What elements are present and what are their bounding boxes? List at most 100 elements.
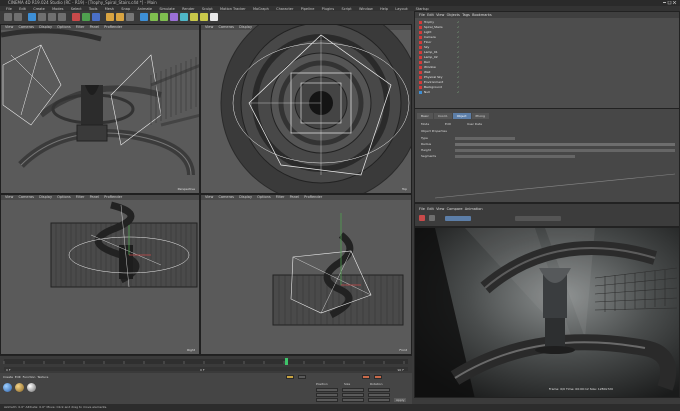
tab-basic[interactable]: Basic: [417, 113, 433, 119]
visible-check-icon[interactable]: ✓: [457, 75, 460, 79]
array-icon[interactable]: [170, 13, 178, 21]
viewport-top[interactable]: View Cameras Display Options Filter Pane…: [200, 24, 412, 194]
timeline-start-frame[interactable]: 0 F: [6, 368, 11, 372]
object-row[interactable]: Null ✓: [417, 90, 675, 94]
position-z-field[interactable]: [316, 398, 338, 402]
rv-menu-edit[interactable]: Edit: [427, 207, 434, 211]
size-x-field[interactable]: [342, 388, 364, 392]
rotate-icon[interactable]: [58, 13, 66, 21]
light-icon[interactable]: [210, 13, 218, 21]
stop-render-icon[interactable]: [419, 215, 425, 221]
rv-menu-file[interactable]: File: [419, 207, 425, 211]
position-x-field[interactable]: [316, 388, 338, 392]
object-row[interactable]: Camera ✓: [417, 35, 675, 39]
subdivision-icon[interactable]: [160, 13, 168, 21]
mat-menu-function[interactable]: Function: [23, 375, 36, 379]
live-selection-icon[interactable]: [28, 13, 36, 21]
timeline-current-frame[interactable]: 0 F: [200, 368, 205, 372]
position-y-field[interactable]: [316, 393, 338, 397]
visible-check-icon[interactable]: ✓: [457, 40, 460, 44]
redo-icon[interactable]: [14, 13, 22, 21]
play-icon[interactable]: [298, 375, 306, 379]
viewport-front[interactable]: View Cameras Display Options Filter Pane…: [200, 194, 412, 355]
material-swatch[interactable]: [27, 383, 36, 392]
visible-check-icon[interactable]: ✓: [457, 50, 460, 54]
rotation-h-field[interactable]: [368, 388, 390, 392]
material-swatch[interactable]: [15, 383, 24, 392]
object-row[interactable]: Background ✓: [417, 85, 675, 89]
keyframe-selection-icon[interactable]: [374, 375, 382, 379]
object-row[interactable]: Physical Sky ✓: [417, 75, 675, 79]
deformer-icon[interactable]: [180, 13, 188, 21]
y-axis-icon[interactable]: [82, 13, 90, 21]
mat-menu-create[interactable]: Create: [3, 375, 13, 379]
undo-icon[interactable]: [4, 13, 12, 21]
object-row[interactable]: Floor ✓: [417, 40, 675, 44]
timeline-end-frame[interactable]: 90 F: [398, 368, 405, 372]
camera-icon[interactable]: [200, 13, 208, 21]
object-row[interactable]: Trophy ✓: [417, 20, 675, 24]
om-menu-edit[interactable]: Edit: [427, 13, 434, 17]
save-image-icon[interactable]: [429, 215, 435, 221]
visible-check-icon[interactable]: ✓: [457, 25, 460, 29]
z-axis-icon[interactable]: [92, 13, 100, 21]
rv-menu-compare[interactable]: Compare: [447, 207, 463, 211]
rotation-b-field[interactable]: [368, 398, 390, 402]
object-row[interactable]: Rail ✓: [417, 60, 675, 64]
visible-check-icon[interactable]: ✓: [457, 55, 460, 59]
tab-object[interactable]: Object: [452, 113, 471, 119]
attr-label-edit[interactable]: Edit: [445, 122, 451, 126]
scale-icon[interactable]: [48, 13, 56, 21]
visible-check-icon[interactable]: ✓: [457, 60, 460, 64]
x-axis-icon[interactable]: [72, 13, 80, 21]
viewport-perspective[interactable]: View Cameras Display Options Filter Pane…: [0, 24, 200, 194]
mat-menu-texture[interactable]: Texture: [37, 375, 48, 379]
visible-check-icon[interactable]: ✓: [457, 65, 460, 69]
attr-field-height[interactable]: [455, 149, 675, 152]
visible-check-icon[interactable]: ✓: [457, 45, 460, 49]
visible-check-icon[interactable]: ✓: [457, 30, 460, 34]
render-settings-icon[interactable]: [126, 13, 134, 21]
visible-check-icon[interactable]: ✓: [457, 35, 460, 39]
timeline-ruler[interactable]: [0, 356, 412, 374]
pen-icon[interactable]: [150, 13, 158, 21]
viewport-right[interactable]: View Cameras Display Options Filter Pane…: [0, 194, 200, 355]
rotation-p-field[interactable]: [368, 393, 390, 397]
attr-field-type[interactable]: [455, 137, 515, 140]
zoom-field[interactable]: [515, 216, 561, 221]
object-row[interactable]: Lamp_02 ✓: [417, 55, 675, 59]
rv-menu-view[interactable]: View: [436, 207, 444, 211]
object-row[interactable]: Lamp_01 ✓: [417, 50, 675, 54]
render-view[interactable]: Frame: 0/0 Time: 00:00:12 Size: 1280x720: [414, 227, 680, 398]
apply-button[interactable]: Apply: [394, 398, 407, 402]
object-row[interactable]: Light ✓: [417, 30, 675, 34]
visible-check-icon[interactable]: ✓: [457, 90, 460, 94]
scene-icon[interactable]: [190, 13, 198, 21]
tab-phong[interactable]: Phong: [471, 113, 489, 119]
object-row[interactable]: Environment ✓: [417, 80, 675, 84]
move-icon[interactable]: [38, 13, 46, 21]
object-row[interactable]: Sky ✓: [417, 45, 675, 49]
object-row[interactable]: Wall ✓: [417, 70, 675, 74]
render-view-icon[interactable]: [106, 13, 114, 21]
object-row[interactable]: Spiral_Stairs ✓: [417, 25, 675, 29]
rv-menu-animation[interactable]: Animation: [465, 207, 483, 211]
om-menu-view[interactable]: View: [436, 13, 444, 17]
om-menu-bookmarks[interactable]: Bookmarks: [472, 13, 492, 17]
mat-menu-edit[interactable]: Edit: [15, 375, 21, 379]
om-menu-objects[interactable]: Objects: [447, 13, 460, 17]
render-mode-select[interactable]: [445, 216, 471, 221]
record-key-icon[interactable]: [286, 375, 294, 379]
tab-coord[interactable]: Coord.: [433, 113, 452, 119]
attr-field-radius[interactable]: [455, 143, 675, 146]
cube-icon[interactable]: [140, 13, 148, 21]
visible-check-icon[interactable]: ✓: [457, 85, 460, 89]
om-menu-tags[interactable]: Tags: [462, 13, 470, 17]
window-controls[interactable]: [663, 1, 677, 5]
render-picture-viewer-icon[interactable]: [116, 13, 124, 21]
visible-check-icon[interactable]: ✓: [457, 80, 460, 84]
size-z-field[interactable]: [342, 398, 364, 402]
size-y-field[interactable]: [342, 393, 364, 397]
falloff-curve[interactable]: [435, 164, 675, 199]
object-row[interactable]: Window ✓: [417, 65, 675, 69]
